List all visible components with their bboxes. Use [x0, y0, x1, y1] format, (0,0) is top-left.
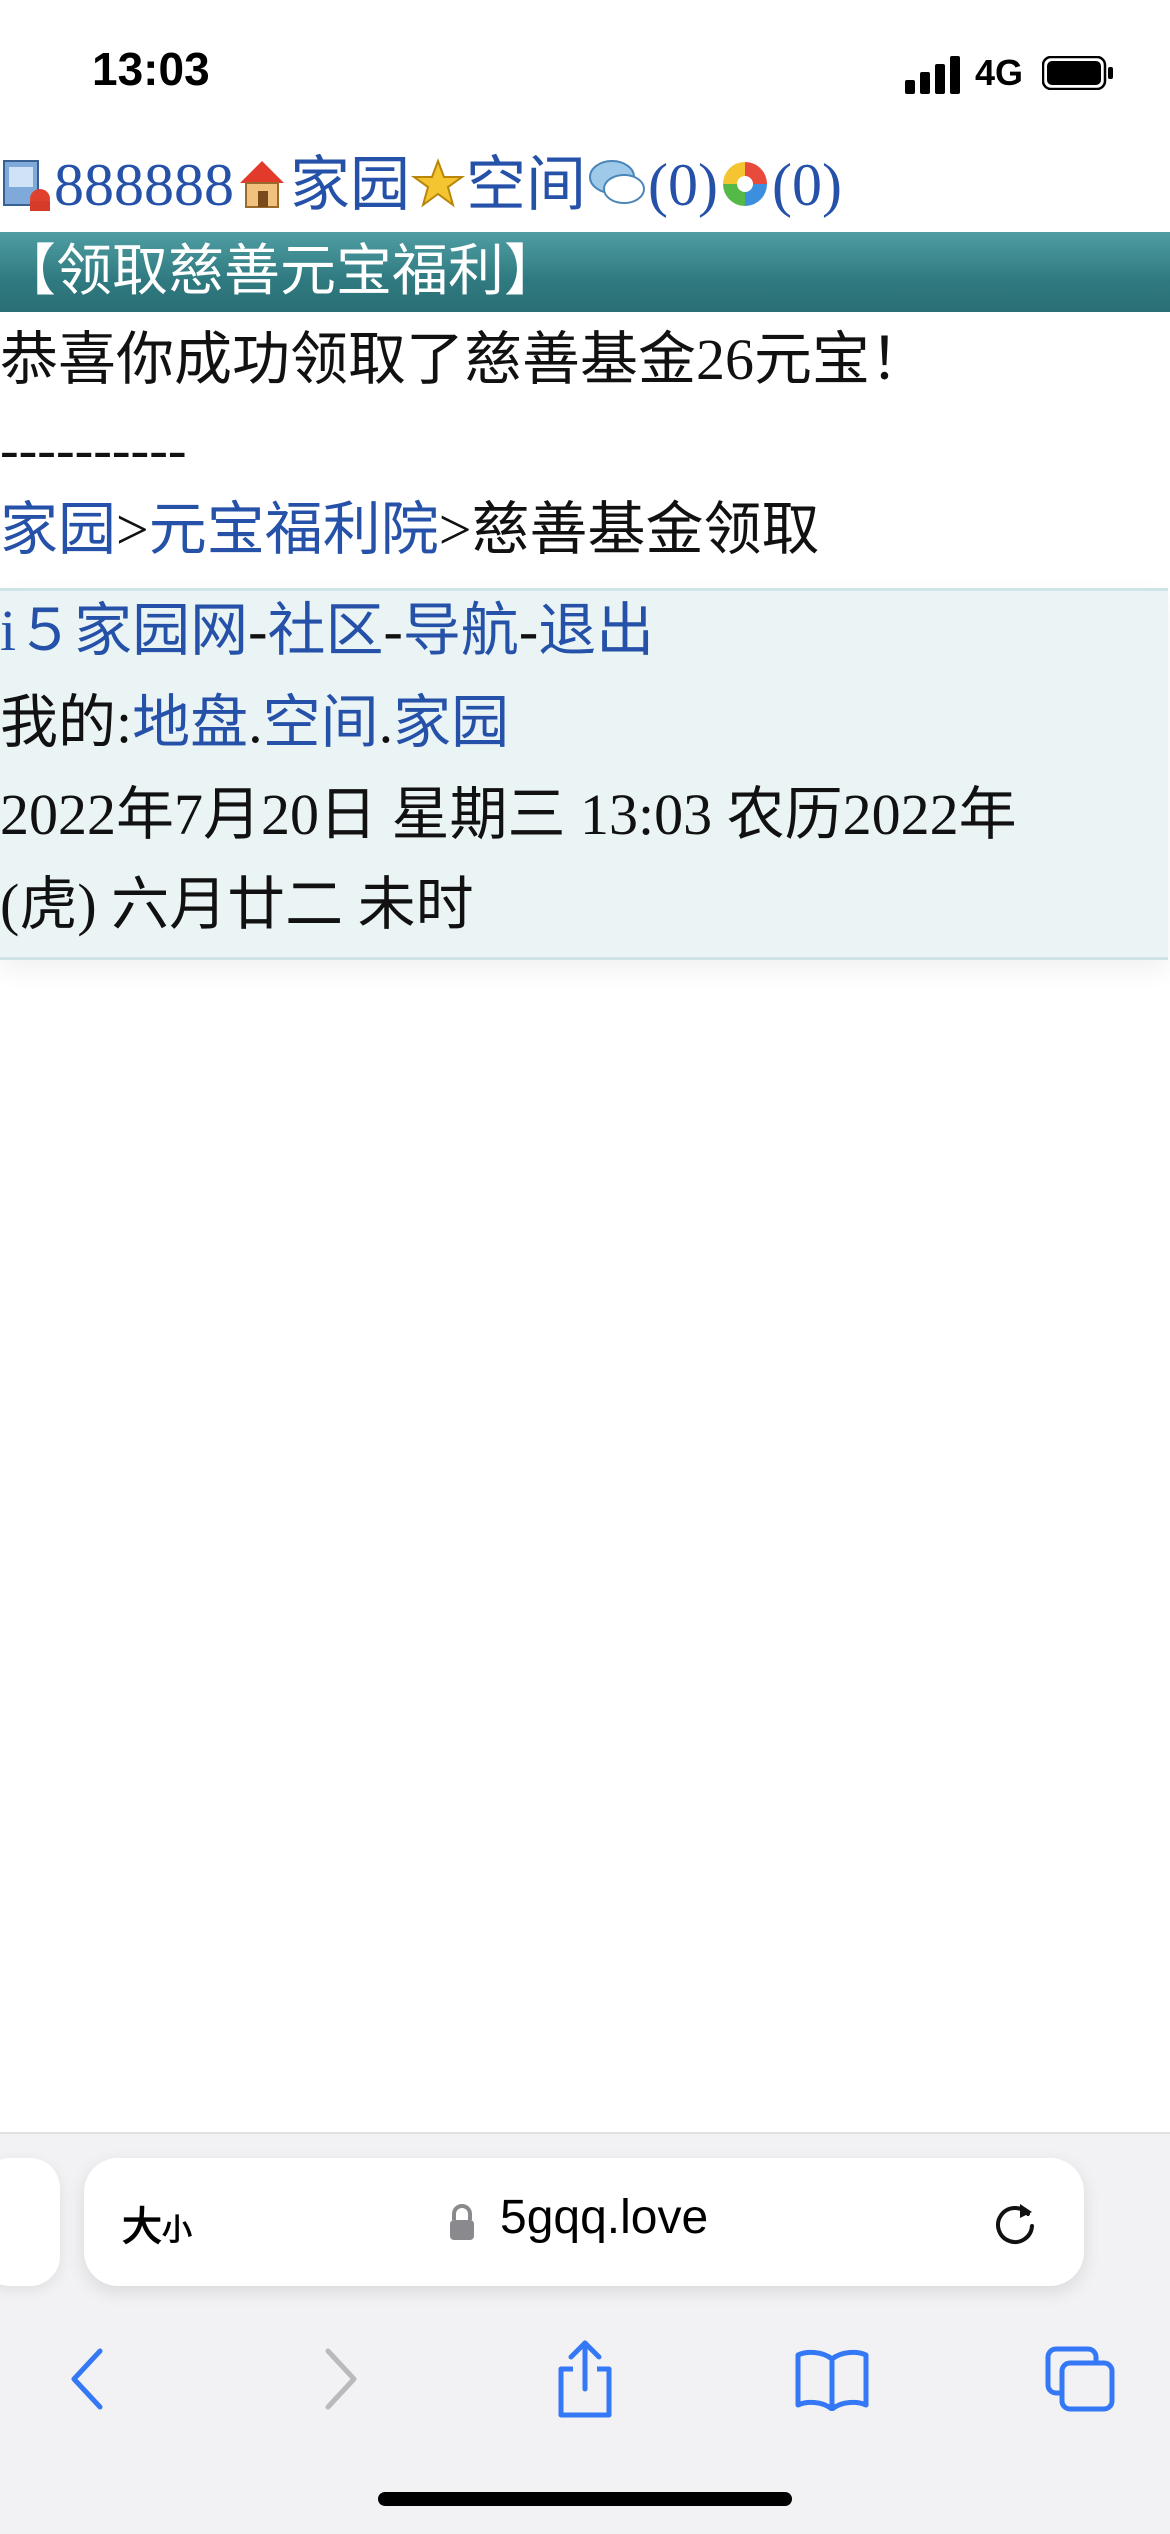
battery-icon	[1042, 56, 1113, 90]
date-line: 2022年7月20日 星期三 13:03 农历2022年	[0, 782, 1017, 847]
lunar-date-line: (虎) 六月廿二 未时	[0, 872, 474, 937]
text-size-small-label: 小	[162, 2214, 192, 2247]
breadcrumb-welfare-link[interactable]: 元宝福利院	[149, 497, 439, 562]
book-icon	[795, 2349, 869, 2411]
status-time: 13:03	[92, 43, 210, 95]
chevron-right-icon	[325, 2348, 357, 2410]
tabs-button[interactable]	[1020, 2324, 1140, 2434]
browser-toolbar	[0, 2324, 1170, 2444]
footer-separator: -	[518, 598, 539, 663]
breadcrumb-home-link[interactable]: 家园	[0, 497, 116, 562]
bookmarks-button[interactable]	[772, 2324, 892, 2434]
notices-count-link[interactable]: (0)	[772, 152, 842, 218]
browser-bottom-bar: 大小 5gqq.love	[0, 2132, 1170, 2534]
user-id-link[interactable]: 888888	[54, 152, 234, 218]
site-link[interactable]: i５家园网	[0, 598, 248, 663]
signal-icon	[905, 56, 960, 94]
previous-tab-preview[interactable]	[0, 2158, 60, 2286]
address-bar[interactable]: 大小 5gqq.love	[84, 2158, 1084, 2286]
star-icon	[410, 158, 466, 208]
messages-count-link[interactable]: (0)	[648, 152, 718, 218]
share-icon	[558, 2340, 612, 2418]
turf-link[interactable]: 地盘	[132, 690, 248, 755]
community-link[interactable]: 社区	[267, 598, 383, 663]
chevron-left-icon	[71, 2348, 103, 2410]
page-banner: 【领取慈善元宝福利】	[0, 232, 1170, 312]
success-message: 恭喜你成功领取了慈善基金26元宝！	[0, 327, 929, 392]
breadcrumb-current: 慈善基金领取	[471, 497, 820, 562]
my-space-link[interactable]: 空间	[263, 690, 379, 755]
text-size-big-label: 大	[122, 2205, 162, 2249]
footer-panel: i５家园网-社区-导航-退出 我的:地盘.空间.家园 2022年7月20日 星期…	[0, 588, 1168, 960]
footer-mine: 我的:地盘.空间.家园	[0, 683, 509, 763]
my-home-link[interactable]: 家园	[393, 690, 509, 755]
text-size-button[interactable]: 大小	[122, 2194, 192, 2252]
url-domain: 5gqq.love	[500, 2191, 709, 2244]
footer-dot: .	[248, 690, 263, 755]
divider-text: ----------	[0, 419, 187, 481]
aperture-icon	[722, 162, 767, 206]
chat-bubble-icon	[589, 160, 645, 204]
tabs-icon	[1045, 2346, 1115, 2412]
breadcrumb-separator: >	[116, 497, 149, 562]
breadcrumb-separator: >	[438, 497, 472, 562]
network-type: 4G	[975, 52, 1024, 93]
lock-icon	[450, 2204, 474, 2240]
forward-button[interactable]	[280, 2324, 400, 2434]
footer-nav: i５家园网-社区-导航-退出	[0, 591, 654, 671]
status-bar: 13:03 4G	[0, 0, 1170, 140]
footer-separator: -	[383, 598, 403, 663]
mine-label: 我的:	[0, 690, 133, 755]
space-link[interactable]: 空间	[466, 152, 586, 218]
footer-separator: -	[248, 598, 268, 663]
footer-dot: .	[378, 690, 394, 755]
reload-icon[interactable]	[990, 2198, 1040, 2248]
breadcrumb: 家园>元宝福利院>慈善基金领取	[0, 490, 819, 570]
user-bar: 888888 家园 空间 (0) (0)	[0, 150, 1170, 220]
back-button[interactable]	[28, 2324, 148, 2434]
home-link[interactable]: 家园	[290, 152, 410, 218]
house-icon	[240, 161, 284, 208]
home-indicator	[378, 2492, 792, 2506]
user-avatar-icon	[3, 160, 50, 211]
navigation-link[interactable]: 导航	[403, 598, 519, 663]
share-button[interactable]	[525, 2324, 645, 2434]
logout-link[interactable]: 退出	[538, 598, 654, 663]
